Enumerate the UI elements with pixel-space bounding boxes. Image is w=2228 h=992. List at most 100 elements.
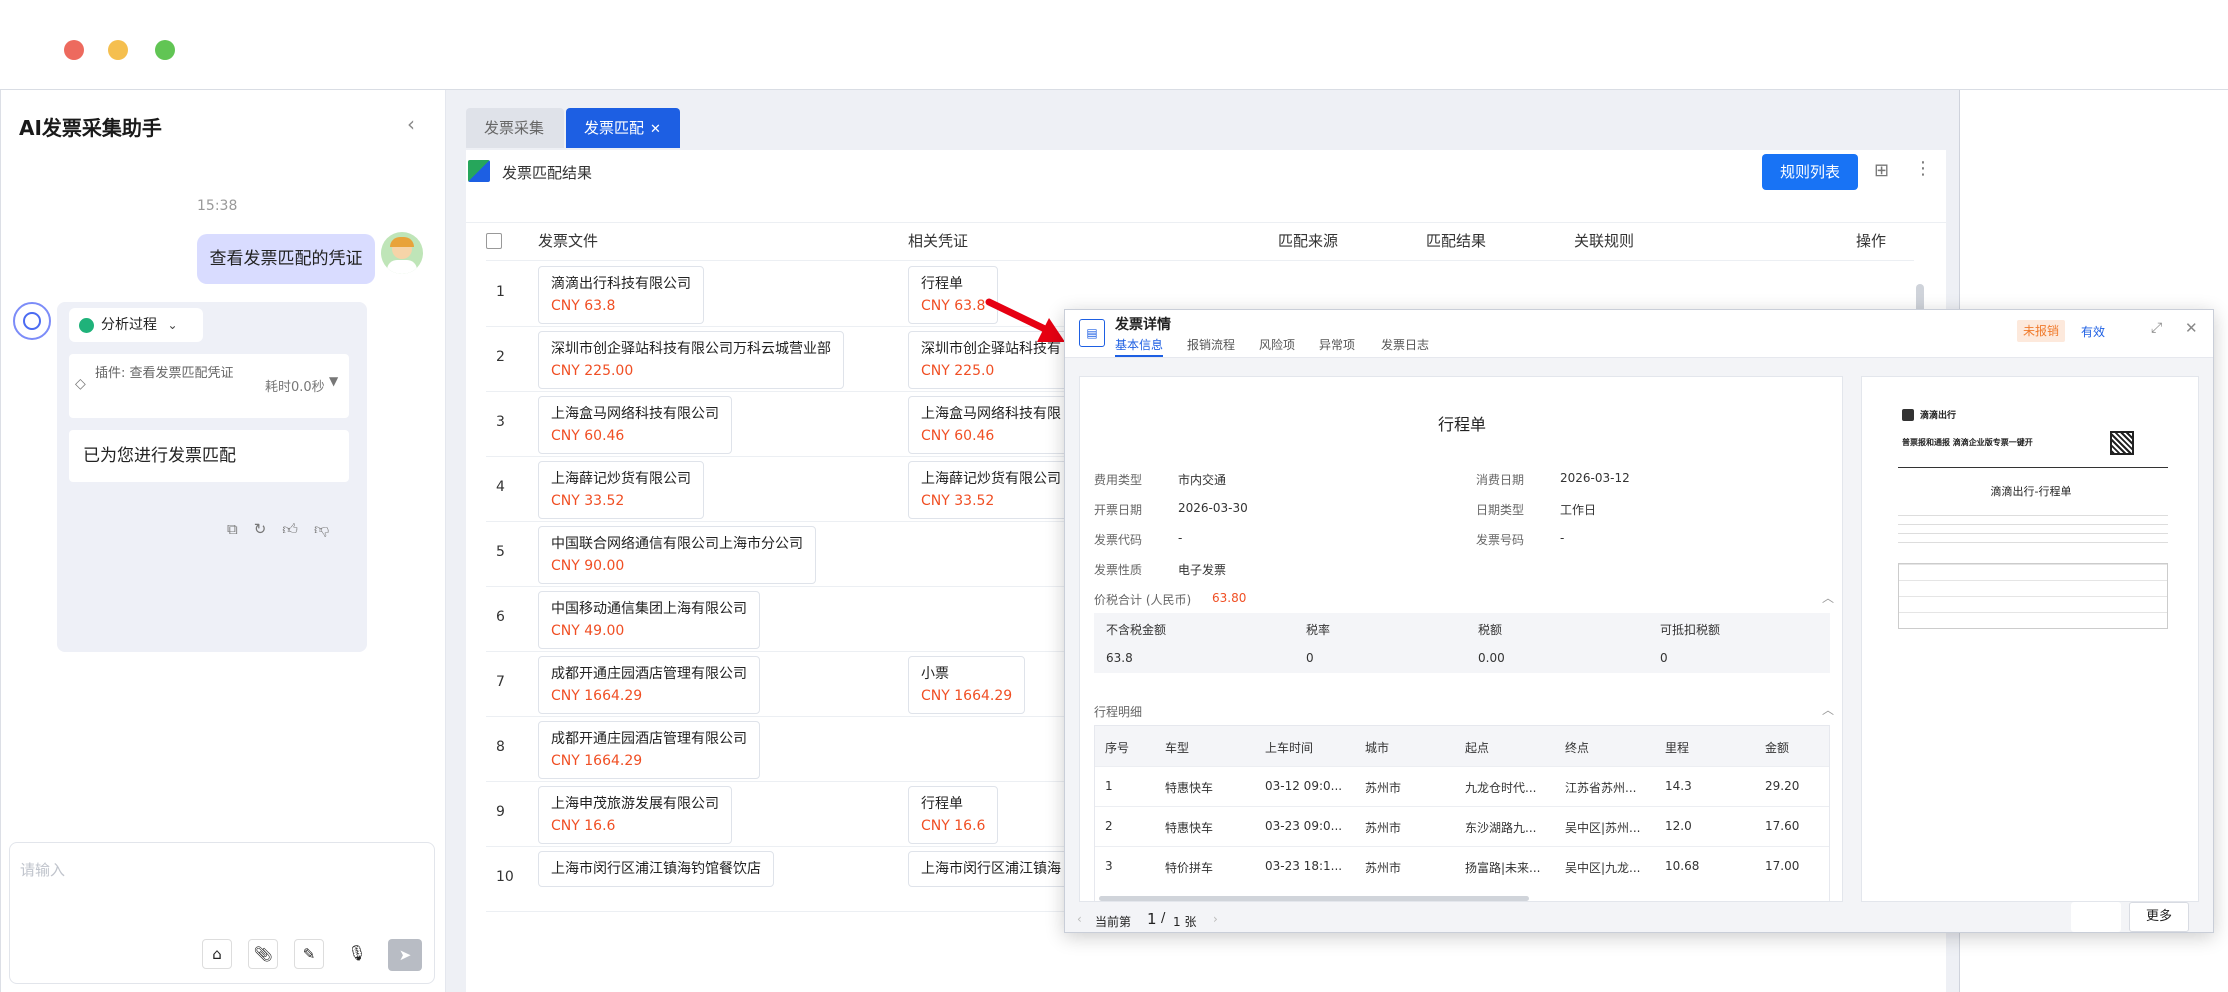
qr-code-icon (2110, 431, 2134, 455)
expand-icon[interactable]: ⤢ (2151, 320, 2162, 336)
close-icon[interactable]: ✕ (2185, 319, 2198, 337)
trip-cell: 12.0 (1665, 819, 1692, 833)
user-avatar (381, 232, 423, 274)
tax-header: 税率 (1306, 623, 1331, 637)
invoice-company: 中国移动通信集团上海有限公司 (551, 601, 747, 617)
next-page-icon[interactable]: › (1213, 912, 1218, 926)
collapse-up-icon[interactable]: ︿ (1822, 701, 1834, 718)
invoice-file-cell[interactable]: 上海市闵行区浦江镇海钓馆餐饮店 (538, 851, 774, 887)
invoice-file-cell[interactable]: 上海申茂旅游发展有限公司 CNY 16.6 (538, 786, 732, 844)
modal-tab-exception[interactable]: 异常项 (1319, 336, 1355, 353)
trip-cell: 特惠快车 (1165, 781, 1214, 795)
chat-input-box[interactable]: 请输入 ⌂ 📎︎ ✎ 🎙︎ ➤ (9, 842, 435, 984)
copy-icon[interactable]: ⧉ (227, 520, 254, 538)
thumbs-up-icon[interactable]: 👍︎ (282, 520, 314, 538)
voucher-amount: CNY 60.46 (921, 428, 995, 444)
more-vertical-icon[interactable]: ⋮ (1914, 158, 1932, 179)
trip-cell: 特价拼车 (1165, 861, 1214, 875)
voucher-cell[interactable]: 上海市闵行区浦江镇海 (908, 851, 1068, 887)
plugin-label: 插件: 查看发票匹配凭证 (95, 366, 234, 381)
trip-cell: 2 (1105, 819, 1113, 833)
modal-tab-basic[interactable]: 基本信息 (1115, 336, 1164, 357)
voucher-cell[interactable]: 上海盒马网络科技有限 CNY 60.46 (908, 396, 1068, 454)
voucher-cell[interactable]: 上海薛记炒货有限公司 CNY 33.52 (908, 461, 1068, 519)
invoice-file-cell[interactable]: 成都开通庄园酒店管理有限公司 CNY 1664.29 (538, 721, 760, 779)
layout-icon[interactable]: ⊞ (1874, 160, 1889, 181)
invoice-file-cell[interactable]: 深圳市创企驿站科技有限公司万科云城营业部 CNY 225.00 (538, 331, 844, 389)
trip-cell: 苏州市 (1365, 821, 1402, 835)
field-value: 电子发票 (1178, 563, 1227, 577)
microphone-icon[interactable]: 🎙︎ (342, 939, 372, 969)
trip-cell: 29.20 (1765, 779, 1800, 793)
invoice-amount: CNY 1664.29 (551, 688, 643, 704)
tax-table: 不含税金额 税率 税额 可抵扣税额 63.8 0 0.00 0 (1094, 613, 1830, 673)
rules-list-button[interactable]: 规则列表 (1762, 154, 1858, 190)
trip-cell: 苏州市 (1365, 861, 1402, 875)
voucher-amount: CNY 225.0 (921, 363, 995, 379)
assistant-reply-card: 分析过程 ⌄ ◇ 插件: 查看发票匹配凭证 耗时0.0秒 ▼ 已为您进行发票匹配… (57, 302, 367, 652)
refresh-icon[interactable]: ↻ (254, 520, 283, 538)
collapse-up-icon[interactable]: ︿ (1822, 589, 1834, 606)
trip-cell: 14.3 (1665, 779, 1692, 793)
invoice-company: 深圳市创企驿站科技有限公司万科云城营业部 (551, 341, 831, 357)
tab-invoice-collect[interactable]: 发票采集 (466, 108, 564, 148)
send-button[interactable]: ➤ (388, 939, 422, 971)
chevron-down-icon: ⌄ (167, 318, 178, 332)
invoice-company: 成都开通庄园酒店管理有限公司 (551, 731, 747, 747)
trip-cell: 吴中区|苏州... (1565, 821, 1641, 835)
invoice-file-cell[interactable]: 中国联合网络通信有限公司上海市分公司 CNY 90.00 (538, 526, 816, 584)
close-tab-icon[interactable]: ✕ (650, 122, 661, 137)
field-value: 工作日 (1560, 503, 1597, 517)
total-label: 价税合计 (人民币) (1094, 593, 1192, 607)
red-arrow-icon (985, 298, 1065, 342)
plugin-call-row[interactable]: ◇ 插件: 查看发票匹配凭证 耗时0.0秒 ▼ (69, 354, 349, 418)
tab-invoice-match[interactable]: 发票匹配 ✕ (566, 108, 680, 148)
modal-tab-log[interactable]: 发票日志 (1381, 336, 1429, 353)
voucher-cell[interactable]: 小票 CNY 1664.29 (908, 656, 1026, 714)
voucher-name: 行程单 (921, 796, 963, 812)
pager-sep: / (1161, 911, 1166, 926)
select-all-checkbox[interactable] (486, 233, 502, 249)
minimize-window-dot[interactable] (108, 40, 128, 60)
row-number: 7 (496, 674, 505, 690)
invoice-file-cell[interactable]: 滴滴出行科技有限公司 CNY 63.8 (538, 266, 704, 324)
invoice-file-cell[interactable]: 成都开通庄园酒店管理有限公司 CNY 1664.29 (538, 656, 760, 714)
tax-value: 0 (1660, 651, 1668, 665)
analysis-toggle[interactable]: 分析过程 ⌄ (69, 308, 203, 342)
row-number: 6 (496, 609, 505, 625)
tax-value: 63.8 (1106, 651, 1133, 665)
pager-current: 1 (1147, 910, 1157, 928)
assistant-reply-text: 已为您进行发票匹配 (69, 430, 349, 482)
tax-header: 税额 (1478, 623, 1503, 637)
prev-page-icon[interactable]: ‹ (1077, 912, 1082, 926)
window-titlebar (0, 0, 2228, 90)
more-button[interactable]: 更多 (2129, 902, 2189, 932)
trip-cell: 扬富路|未来... (1465, 861, 1541, 875)
preview-title: 滴滴出行-行程单 (1990, 485, 2072, 498)
modal-tab-risk[interactable]: 风险项 (1259, 336, 1295, 353)
chat-input-placeholder[interactable]: 请输入 (20, 859, 65, 880)
trip-cell: 特惠快车 (1165, 821, 1214, 835)
invoice-file-cell[interactable]: 上海薛记炒货有限公司 CNY 33.52 (538, 461, 704, 519)
caret-down-icon[interactable]: ▼ (329, 374, 338, 388)
close-window-dot[interactable] (64, 40, 84, 60)
modal-tab-process[interactable]: 报销流程 (1187, 336, 1235, 353)
voucher-amount: CNY 63.8 (921, 298, 986, 314)
voucher-name: 上海市闵行区浦江镇海 (921, 861, 1061, 877)
trip-header: 终点 (1565, 741, 1590, 755)
invoice-file-cell[interactable]: 中国移动通信集团上海有限公司 CNY 49.00 (538, 591, 760, 649)
maximize-window-dot[interactable] (155, 40, 175, 60)
collapse-chevron-icon[interactable]: ‹ (407, 112, 415, 136)
user-message-bubble: 查看发票匹配的凭证 (197, 234, 375, 284)
edit-ticket-icon[interactable]: ✎ (294, 939, 324, 969)
home-icon[interactable]: ⌂ (202, 939, 232, 969)
thumbs-down-icon[interactable]: 👎︎ (314, 520, 345, 538)
trip-cell: 东沙湖路九... (1465, 821, 1537, 835)
trip-scrollbar[interactable] (1099, 896, 1529, 901)
trip-header: 车型 (1165, 741, 1190, 755)
tab-label: 发票匹配 (584, 119, 645, 137)
attachment-icon[interactable]: 📎︎ (248, 939, 278, 969)
message-time: 15:38 (197, 198, 238, 214)
invoice-file-cell[interactable]: 上海盒马网络科技有限公司 CNY 60.46 (538, 396, 732, 454)
voucher-cell[interactable]: 行程单 CNY 16.6 (908, 786, 999, 844)
